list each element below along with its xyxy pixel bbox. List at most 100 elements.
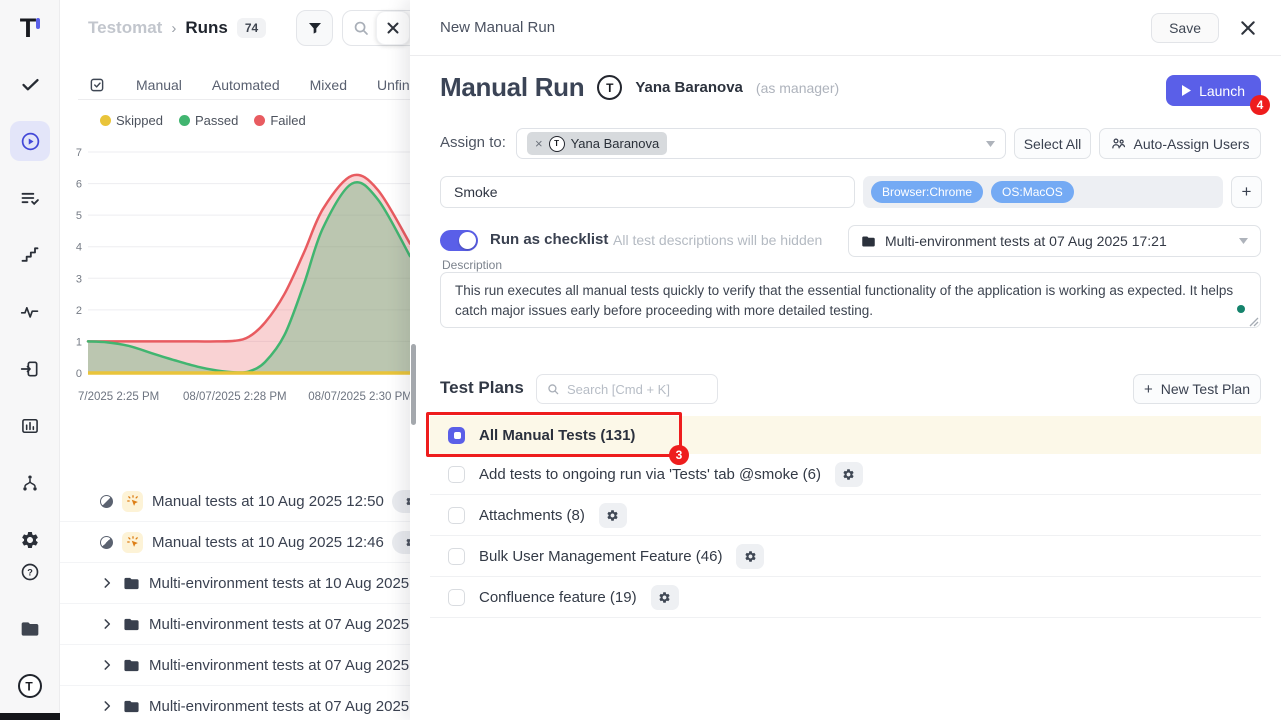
sidebar-item-runs[interactable] bbox=[10, 121, 50, 161]
list-check-icon bbox=[20, 188, 40, 208]
plan-settings-button[interactable] bbox=[651, 585, 679, 610]
folder-icon bbox=[123, 698, 140, 715]
legend-item-skipped: Skipped bbox=[100, 113, 163, 128]
plan-checkbox[interactable] bbox=[448, 507, 465, 524]
filter-button[interactable] bbox=[296, 10, 333, 46]
plan-checkbox[interactable] bbox=[448, 427, 465, 444]
assignees-select[interactable]: × T Yana Baranova bbox=[516, 128, 1006, 159]
sidebar-user-avatar[interactable]: T bbox=[10, 666, 50, 706]
sidebar-item-tests[interactable] bbox=[10, 64, 50, 104]
run-label: Multi-environment tests at 07 Aug 2025 bbox=[149, 698, 409, 715]
check-icon bbox=[20, 74, 41, 95]
checklist-label: Run as checklist bbox=[490, 231, 608, 248]
chevron-down-icon bbox=[986, 141, 995, 147]
chevron-right-icon[interactable] bbox=[100, 658, 114, 672]
svg-text:1: 1 bbox=[76, 336, 82, 348]
plan-settings-button[interactable] bbox=[835, 462, 863, 487]
tag-os-macos[interactable]: OS:MacOS bbox=[991, 181, 1074, 203]
plan-settings-button[interactable] bbox=[736, 544, 764, 569]
logo-accent-mark bbox=[36, 18, 40, 29]
test-plans-search-input[interactable] bbox=[567, 382, 697, 397]
tab-manual[interactable]: Manual bbox=[136, 77, 182, 93]
assignee-chip: × T Yana Baranova bbox=[527, 132, 667, 155]
tags-container: Browser:Chrome OS:MacOS bbox=[863, 176, 1223, 208]
modal-close-button[interactable] bbox=[1239, 19, 1257, 37]
breadcrumb-project[interactable]: Testomat bbox=[88, 18, 162, 38]
users-icon bbox=[1111, 136, 1126, 151]
sidebar-item-milestones[interactable] bbox=[10, 235, 50, 275]
skipped-dot bbox=[100, 115, 111, 126]
select-all-runs-icon[interactable] bbox=[88, 76, 106, 94]
runs-chart-container: 012345677/2025 2:25 PM08/07/2025 2:28 PM… bbox=[68, 138, 420, 423]
test-plan-row[interactable]: Confluence feature (19) bbox=[430, 577, 1261, 618]
auto-assign-users-button[interactable]: Auto-Assign Users bbox=[1099, 128, 1261, 159]
run-title-input[interactable] bbox=[440, 176, 855, 208]
folder-icon bbox=[123, 657, 140, 674]
plan-checkbox[interactable] bbox=[448, 466, 465, 483]
sidebar-item-analytics[interactable] bbox=[10, 292, 50, 332]
remove-assignee-icon[interactable]: × bbox=[535, 137, 543, 150]
funnel-icon bbox=[307, 20, 323, 36]
plan-checkbox[interactable] bbox=[448, 548, 465, 565]
new-test-plan-button[interactable]: + New Test Plan bbox=[1133, 374, 1261, 404]
select-all-button[interactable]: Select All bbox=[1014, 128, 1091, 159]
legend-item-passed: Passed bbox=[179, 113, 238, 128]
svg-text:0: 0 bbox=[76, 368, 82, 380]
test-plan-row[interactable]: All Manual Tests (131) bbox=[430, 416, 1261, 454]
branch-icon bbox=[20, 473, 40, 493]
folder-icon bbox=[861, 234, 876, 249]
gear-icon bbox=[20, 530, 40, 550]
resize-handle[interactable] bbox=[1249, 317, 1259, 327]
autosave-indicator-dot bbox=[1237, 305, 1245, 313]
plan-label: Confluence feature (19) bbox=[479, 589, 637, 606]
folder-icon bbox=[20, 619, 40, 639]
page-title: Manual Run bbox=[440, 72, 584, 103]
plan-label: Attachments (8) bbox=[479, 507, 585, 524]
plan-settings-button[interactable] bbox=[599, 503, 627, 528]
description-textarea[interactable]: This run executes all manual tests quick… bbox=[440, 272, 1261, 328]
manual-run-icon bbox=[122, 491, 143, 512]
test-plans-search[interactable] bbox=[536, 374, 718, 404]
plan-checkbox[interactable] bbox=[448, 589, 465, 606]
tab-mixed[interactable]: Mixed bbox=[310, 77, 347, 93]
test-plan-row[interactable]: Bulk User Management Feature (46) bbox=[430, 536, 1261, 577]
tag-browser-chrome[interactable]: Browser:Chrome bbox=[871, 181, 983, 203]
sidebar-item-branches[interactable] bbox=[10, 463, 50, 503]
app-window: T bbox=[0, 0, 1281, 720]
search-icon bbox=[547, 383, 560, 396]
launch-button[interactable]: Launch 4 bbox=[1166, 75, 1261, 106]
pulse-icon bbox=[20, 302, 40, 322]
test-plan-row[interactable]: Add tests to ongoing run via 'Tests' tab… bbox=[430, 454, 1261, 495]
chevron-right-icon[interactable] bbox=[100, 576, 114, 590]
bar-chart-icon bbox=[20, 416, 40, 436]
add-tag-button[interactable]: + bbox=[1231, 176, 1262, 208]
svg-text:3: 3 bbox=[76, 273, 82, 285]
save-button[interactable]: Save bbox=[1151, 13, 1219, 43]
failed-dot bbox=[254, 115, 265, 126]
folder-icon bbox=[123, 616, 140, 633]
breadcrumb: Testomat › Runs 74 bbox=[88, 12, 266, 44]
scrollbar-thumb[interactable] bbox=[411, 344, 416, 425]
run-title-row: Manual Run T Yana Baranova (as manager) bbox=[440, 72, 839, 103]
chevron-right-icon[interactable] bbox=[100, 617, 114, 631]
modal-title: New Manual Run bbox=[440, 19, 555, 36]
run-as-checklist-toggle[interactable] bbox=[440, 230, 478, 251]
sidebar-item-test-plans[interactable] bbox=[10, 178, 50, 218]
sidebar-item-pull-requests[interactable] bbox=[10, 349, 50, 389]
manager-role-suffix: (as manager) bbox=[756, 80, 839, 96]
folder-select[interactable]: Multi-environment tests at 07 Aug 2025 1… bbox=[848, 225, 1261, 257]
sidebar-item-reports[interactable] bbox=[10, 406, 50, 446]
test-plan-row[interactable]: Attachments (8) bbox=[430, 495, 1261, 536]
sidebar-item-help[interactable]: ? bbox=[10, 552, 50, 592]
sidebar-item-projects[interactable] bbox=[10, 609, 50, 649]
play-circle-icon bbox=[20, 131, 41, 152]
app-logo[interactable]: T bbox=[0, 8, 60, 48]
passed-dot bbox=[179, 115, 190, 126]
tab-automated[interactable]: Automated bbox=[212, 77, 280, 93]
search-clear-button[interactable] bbox=[376, 11, 410, 45]
assign-to-label: Assign to: bbox=[440, 134, 506, 151]
svg-text:08/07/2025 2:28 PM: 08/07/2025 2:28 PM bbox=[183, 391, 287, 403]
test-plans-title: Test Plans bbox=[440, 378, 524, 398]
manual-run-icon bbox=[122, 532, 143, 553]
chevron-right-icon[interactable] bbox=[100, 699, 114, 713]
